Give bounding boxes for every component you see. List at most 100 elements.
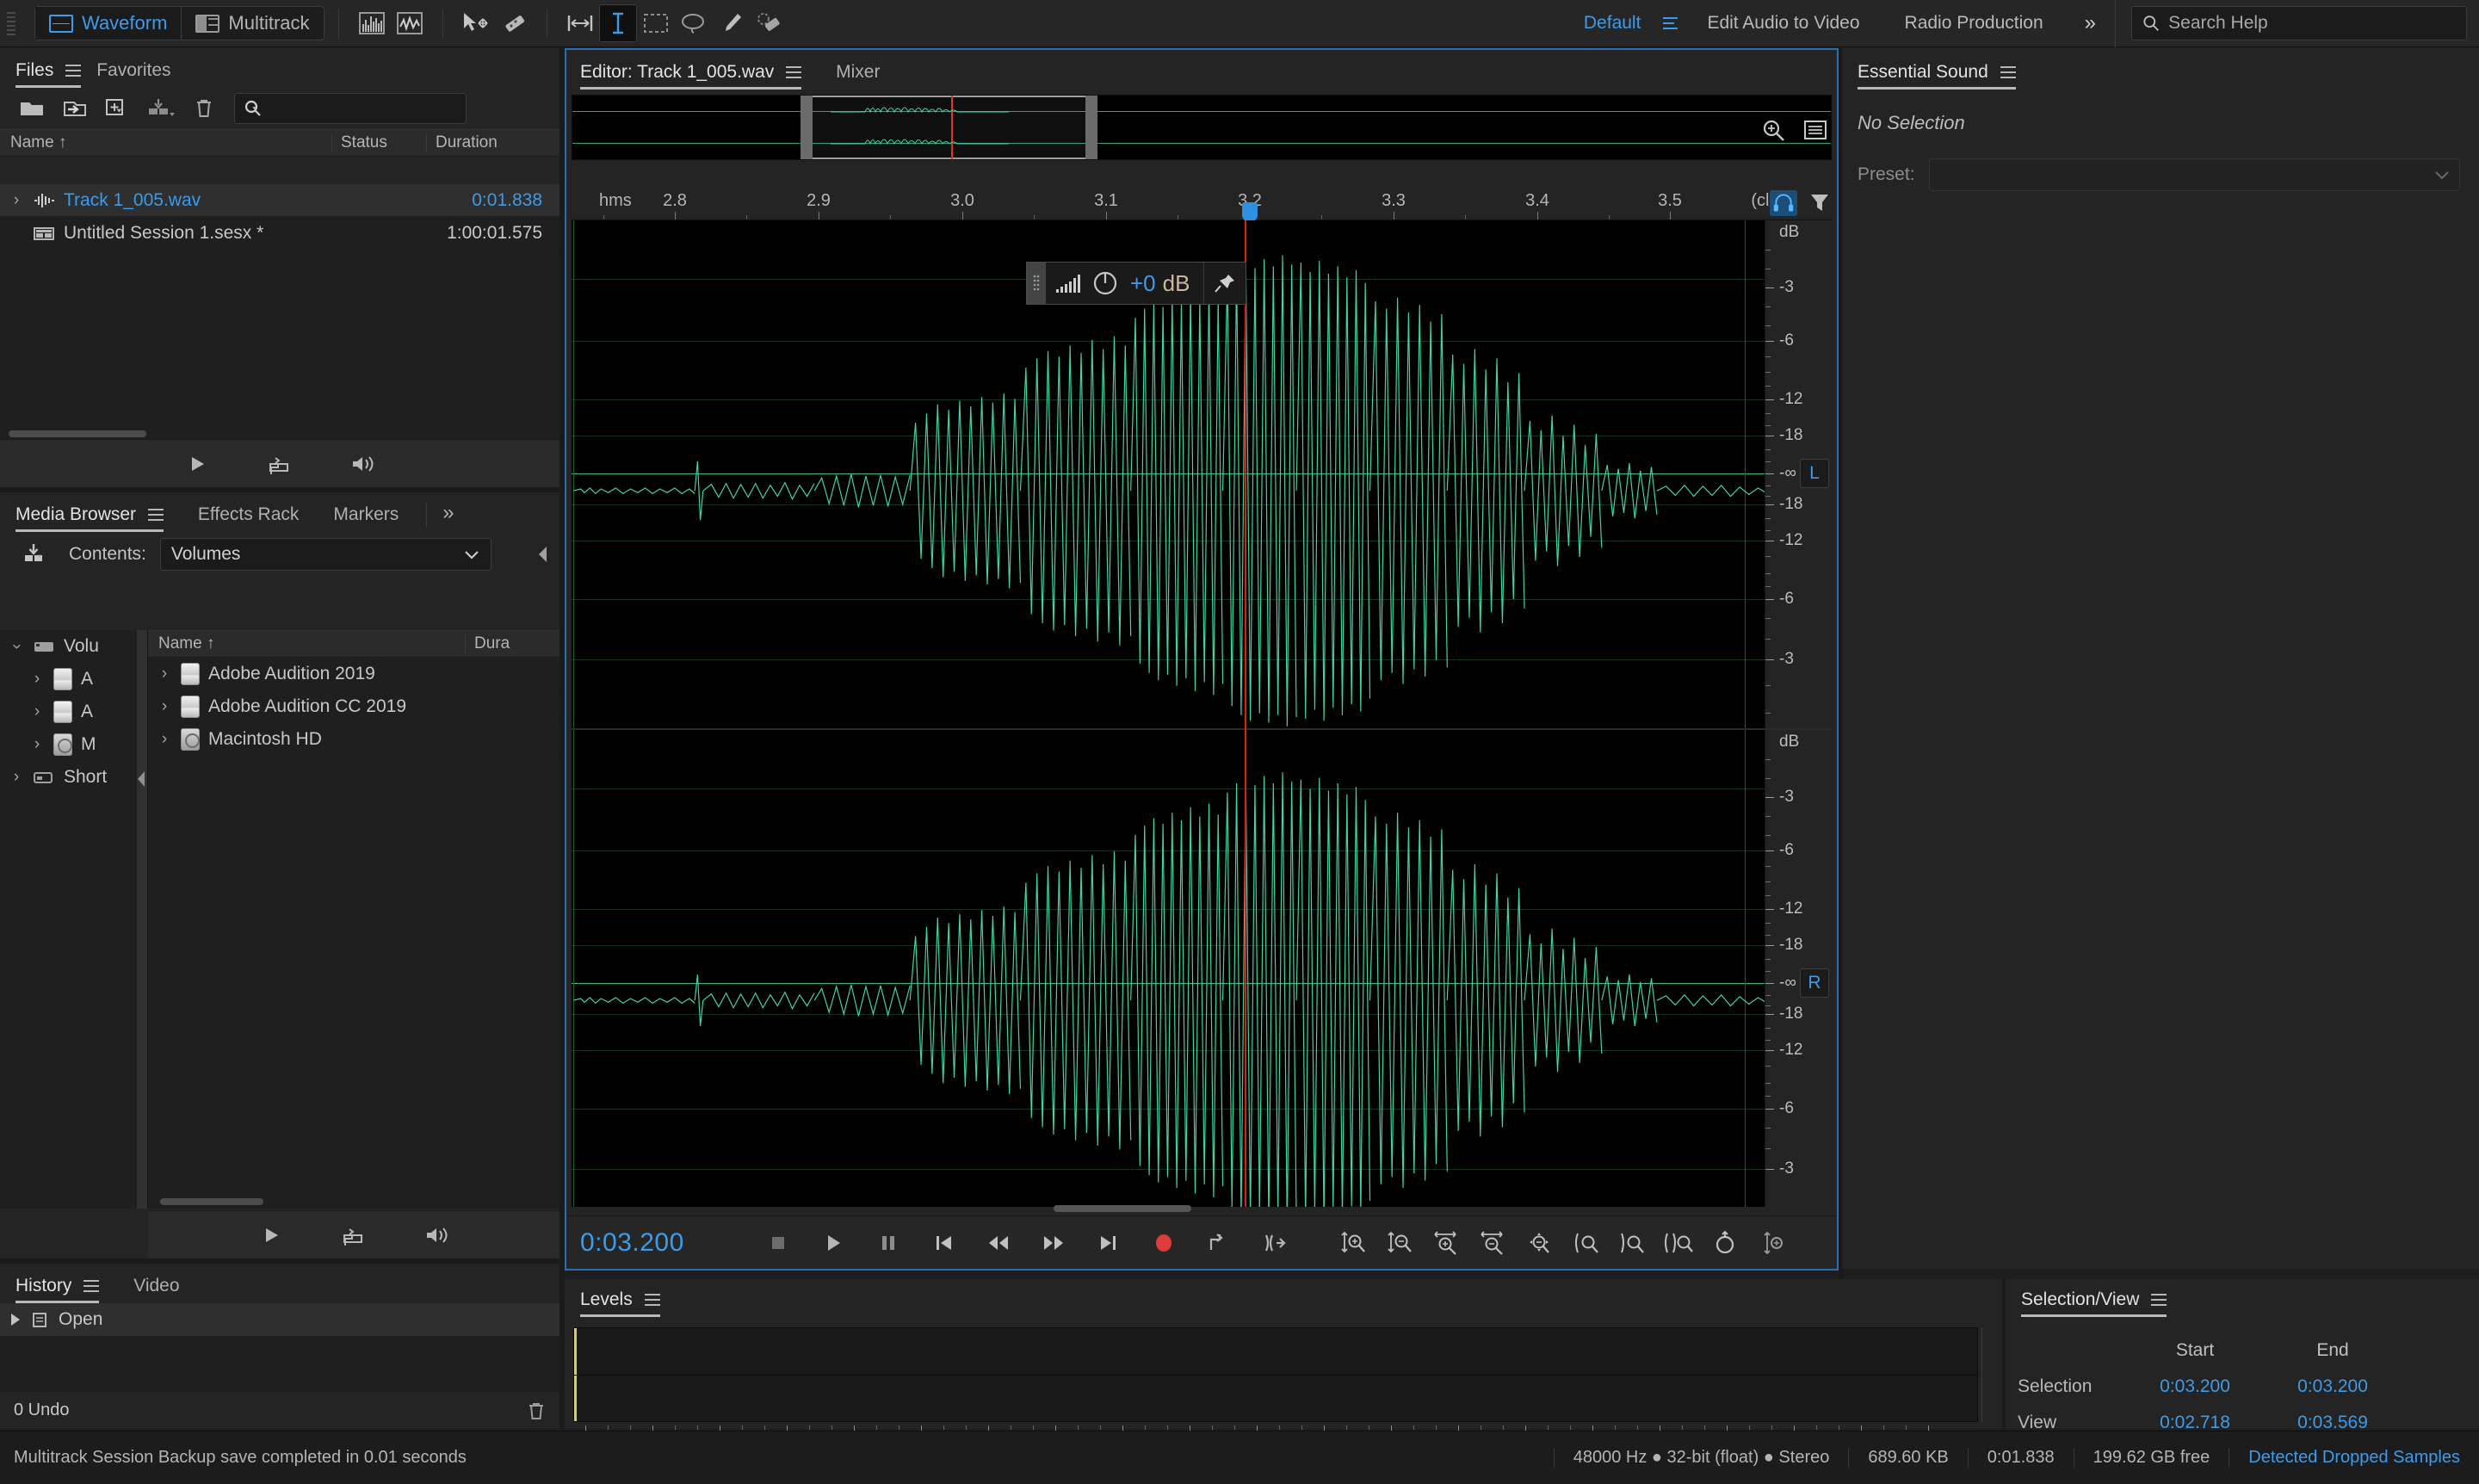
selection-view-menu-icon[interactable] [2151, 1294, 2167, 1307]
gain-value[interactable]: +0 [1130, 270, 1156, 297]
tree-item[interactable]: › Volu [0, 630, 147, 663]
tab-favorites[interactable]: Favorites [96, 60, 186, 88]
tree-item[interactable]: › A [0, 663, 147, 696]
stop-button[interactable] [762, 1227, 794, 1259]
show-hide-overview-icon[interactable] [1801, 117, 1830, 145]
zoom-out-amplitude-icon[interactable] [1383, 1227, 1416, 1259]
files-horizontal-scrollbar[interactable] [9, 430, 146, 437]
zoom-in-time-icon[interactable] [1430, 1227, 1462, 1259]
media-col-duration[interactable]: Dura [465, 634, 559, 653]
tree-collapse-handle[interactable] [134, 768, 148, 790]
insert-into-multitrack-icon[interactable] [337, 1218, 371, 1252]
contents-select[interactable]: Volumes [159, 538, 491, 571]
channel-right[interactable] [572, 730, 1832, 1207]
files-col-name[interactable]: Name ↑ [0, 133, 331, 152]
files-panel-menu-icon[interactable] [65, 65, 82, 77]
selection-end-value[interactable]: 0:03.200 [2264, 1376, 2402, 1397]
preset-select[interactable] [1928, 158, 2460, 191]
search-help-input[interactable] [2168, 13, 2456, 34]
marquee-selection-icon[interactable] [637, 4, 675, 42]
funnel-icon[interactable] [1808, 190, 1832, 216]
close-selected-files-icon[interactable] [184, 91, 224, 126]
tab-mixer[interactable]: Mixer [817, 62, 895, 90]
channel-badge-left[interactable]: L [1800, 459, 1829, 488]
collapse-arrow-icon[interactable] [535, 544, 551, 565]
auto-play-icon[interactable] [345, 447, 380, 481]
drag-grip-icon[interactable] [1027, 263, 1046, 304]
media-browser-overflow-icon[interactable]: » [442, 501, 469, 532]
tab-history[interactable]: History [15, 1276, 114, 1303]
table-row[interactable]: Untitled Session 1.sesx * 1:00:01.575 [0, 217, 559, 250]
tab-editor[interactable]: Editor: Track 1_005.wav [580, 62, 817, 90]
trash-icon[interactable] [527, 1401, 546, 1421]
files-col-status[interactable]: Status [331, 133, 426, 152]
multitrack-mode-button[interactable]: Multitrack [181, 7, 323, 40]
media-browser-menu-icon[interactable] [147, 509, 164, 522]
list-item[interactable]: › Macintosh HD [148, 723, 559, 756]
gain-overlay[interactable]: +0 dB [1026, 262, 1247, 305]
tree-item[interactable]: › M [0, 728, 147, 761]
insert-into-multitrack-button[interactable] [1202, 1227, 1235, 1259]
waveform-mode-button[interactable]: Waveform [35, 7, 182, 40]
rewind-button[interactable] [982, 1227, 1015, 1259]
pause-button[interactable] [872, 1227, 905, 1259]
zoom-overview-icon[interactable] [1759, 117, 1789, 145]
expand-chevron-icon[interactable]: › [29, 735, 45, 754]
workspace-edit-audio-to-video[interactable]: Edit Audio to Video [1685, 13, 1882, 34]
insert-into-multitrack-icon[interactable] [263, 447, 297, 481]
tab-levels[interactable]: Levels [580, 1289, 676, 1317]
playhead[interactable] [1245, 220, 1246, 1207]
toggle-skip-selection-icon[interactable] [1755, 1227, 1788, 1259]
zoom-to-selection-icon[interactable] [1662, 1227, 1695, 1259]
tab-effects-rack[interactable]: Effects Rack [179, 504, 315, 532]
playhead-handle[interactable] [1242, 202, 1258, 221]
skip-selection-button[interactable] [1258, 1227, 1290, 1259]
ruler-unit-label[interactable]: hms [599, 191, 632, 211]
expand-chevron-icon[interactable]: › [157, 665, 172, 683]
essential-sound-menu-icon[interactable] [2000, 66, 2016, 79]
expand-chevron-icon[interactable]: › [157, 697, 172, 716]
level-meter-clip-indicator[interactable] [1981, 1327, 2000, 1422]
files-search-box[interactable] [234, 93, 467, 124]
move-playhead-to-previous-button[interactable] [927, 1227, 960, 1259]
fast-forward-button[interactable] [1037, 1227, 1070, 1259]
list-item[interactable]: Open [0, 1303, 559, 1336]
media-col-name[interactable]: Name ↑ [148, 634, 465, 653]
gain-knob-icon[interactable] [1091, 269, 1120, 298]
toolbar-grip[interactable] [7, 7, 21, 40]
insert-into-multitrack-icon[interactable] [141, 91, 181, 126]
editor-horizontal-scrollbar[interactable] [572, 1205, 1765, 1214]
status-dropped-samples[interactable]: Detected Dropped Samples [2229, 1448, 2479, 1468]
lasso-selection-icon[interactable] [675, 4, 713, 42]
workspace-radio-production[interactable]: Radio Production [1882, 13, 2066, 34]
record-button[interactable] [1147, 1227, 1180, 1259]
level-meter[interactable] [573, 1327, 1978, 1422]
expand-chevron-icon[interactable]: › [9, 191, 24, 210]
current-time-display[interactable]: 0:03.200 [580, 1228, 684, 1258]
media-browser-horizontal-scrollbar[interactable] [160, 1198, 263, 1205]
levels-menu-icon[interactable] [644, 1294, 660, 1307]
new-file-icon[interactable] [98, 91, 138, 126]
files-col-duration[interactable]: Duration [426, 133, 559, 152]
zoom-out-time-icon[interactable] [1476, 1227, 1509, 1259]
zoom-to-selection-out-point-icon[interactable] [1616, 1227, 1648, 1259]
import-icon[interactable] [15, 537, 55, 572]
expand-chevron-icon[interactable]: › [9, 768, 24, 787]
workspace-menu-icon[interactable] [1663, 17, 1685, 29]
move-tool-icon[interactable] [457, 4, 495, 42]
db-scale-left-channel[interactable]: dB -3 -6 -12 -18 -∞ -18 -12 -6 -3 L [1765, 220, 1832, 728]
zoom-in-amplitude-icon[interactable] [1337, 1227, 1369, 1259]
editor-panel-menu-icon[interactable] [786, 66, 802, 79]
expand-chevron-icon[interactable]: › [157, 730, 172, 749]
list-item[interactable]: › Adobe Audition CC 2019 [148, 690, 559, 723]
headphones-preview-icon[interactable] [1770, 190, 1797, 216]
expand-chevron-icon[interactable]: › [7, 639, 26, 654]
expand-chevron-icon[interactable]: › [29, 702, 45, 721]
expand-chevron-icon[interactable]: › [29, 670, 45, 689]
workspace-overflow-icon[interactable]: » [2066, 11, 2115, 35]
play-icon[interactable] [180, 447, 214, 481]
overview-handle-right[interactable] [1085, 96, 1097, 159]
paintbrush-selection-icon[interactable] [713, 4, 751, 42]
history-panel-menu-icon[interactable] [83, 1280, 100, 1293]
tab-video[interactable]: Video [114, 1276, 195, 1303]
